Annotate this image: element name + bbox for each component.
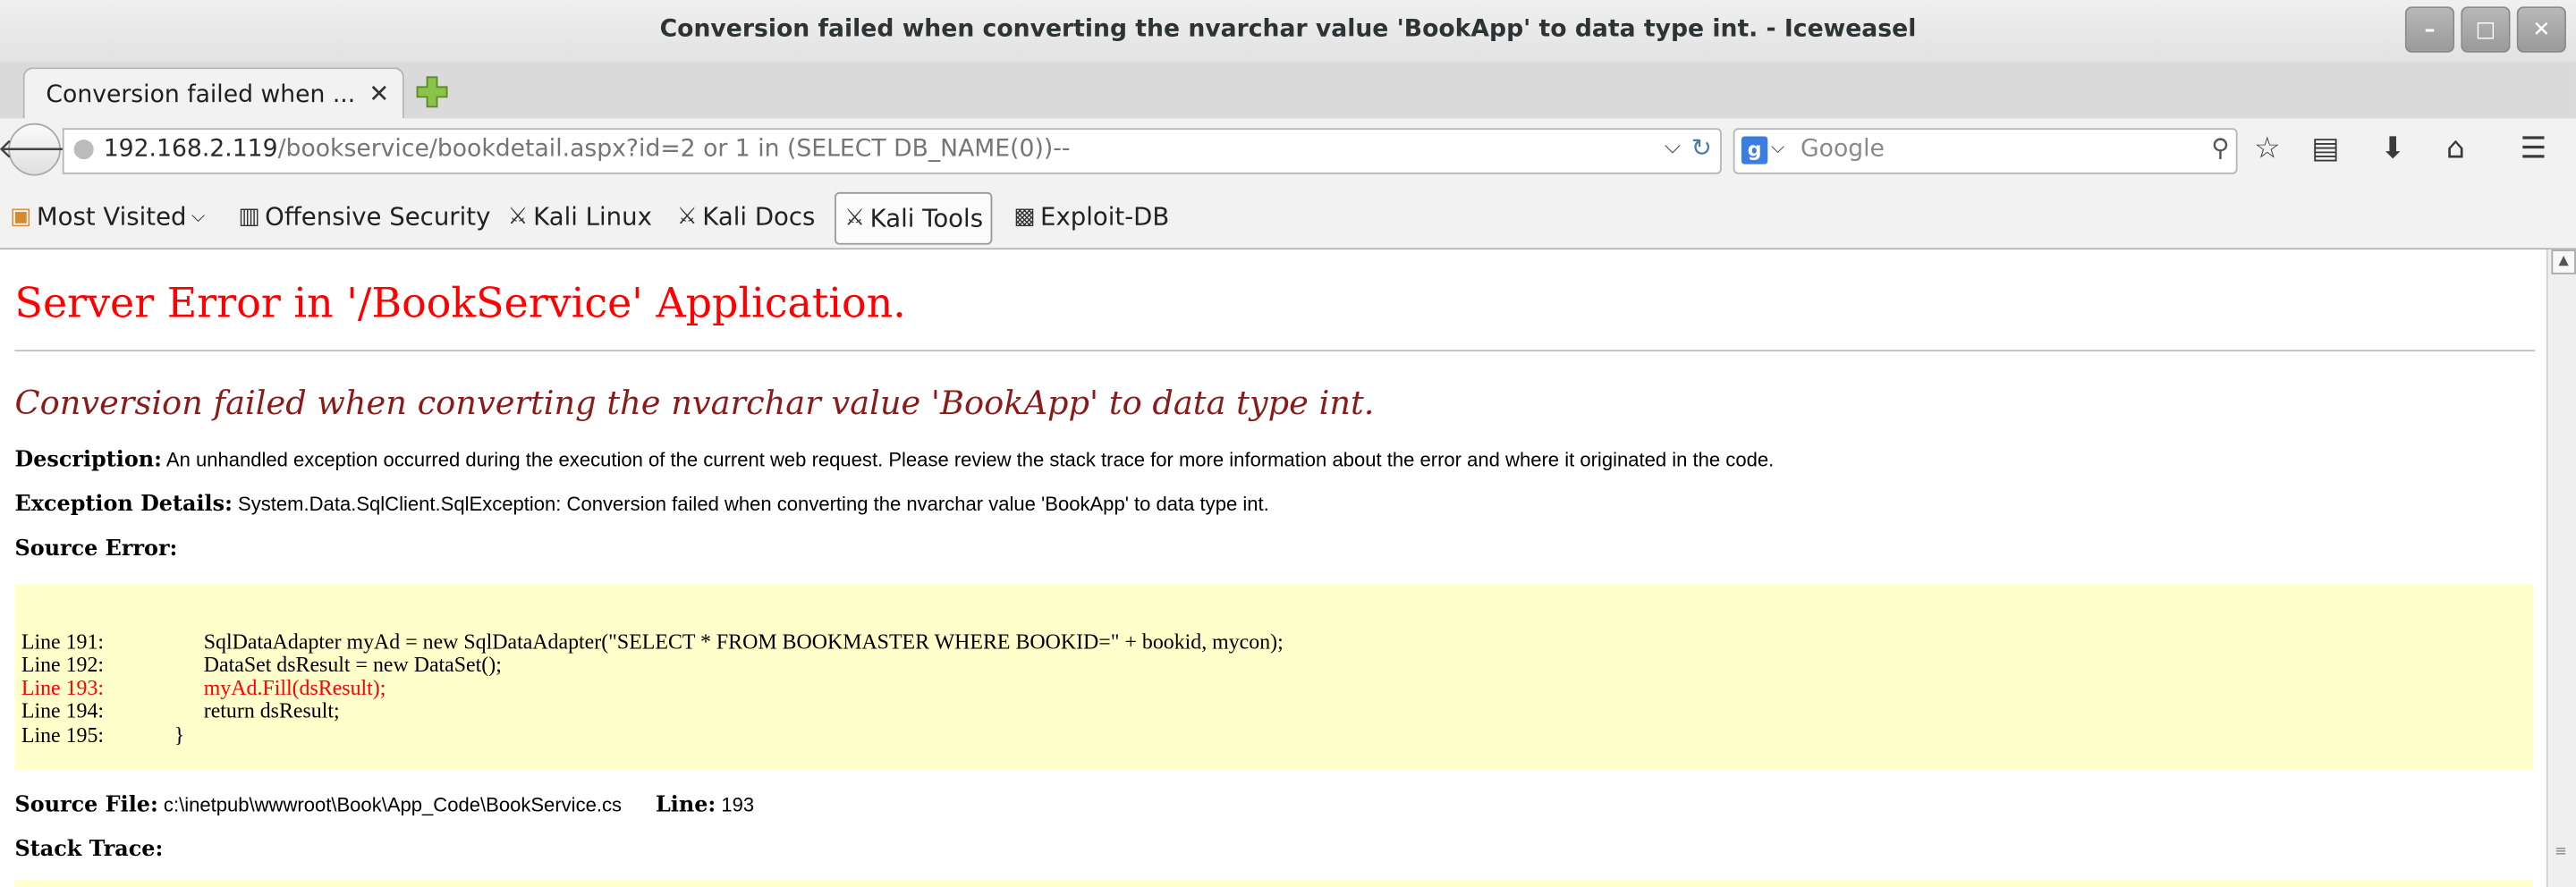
source-file-label: Source File: xyxy=(14,793,158,818)
exception-text: System.Data.SqlClient.SqlException: Conv… xyxy=(238,493,1269,516)
tab-active[interactable]: Conversion failed when ... ✕ xyxy=(22,67,404,121)
reading-list-icon[interactable]: ▤ xyxy=(2311,131,2339,166)
back-button[interactable]: 🡐 xyxy=(0,122,72,176)
code-line-number: Line 194: xyxy=(21,697,105,723)
close-window-button[interactable]: ✕ xyxy=(2516,6,2566,53)
code-line-number: Line 195: xyxy=(21,722,105,748)
description-text: An unhandled exception occurred during t… xyxy=(165,448,1775,472)
url-path: /bookservice/bookdetail.aspx?id=2 or 1 i… xyxy=(277,136,1071,163)
back-arrow-icon: 🡐 xyxy=(0,132,72,166)
bookmark-kali-tools[interactable]: ⚔ Kali Tools xyxy=(835,191,994,245)
source-error-label: Source Error: xyxy=(14,536,178,562)
tab-label: Conversion failed when ... xyxy=(46,81,356,109)
menu-icon[interactable]: ☰ xyxy=(2520,131,2546,166)
exploitdb-icon: ▩ xyxy=(1013,203,1036,231)
bookmark-label: Kali Tools xyxy=(869,203,984,233)
source-file-path: c:\inetpub\wwwroot\Book\App_Code\BookSer… xyxy=(163,793,623,816)
search-bar[interactable]: g ⌵ Google ⚲ xyxy=(1733,128,2238,174)
kali-icon: ⚔ xyxy=(507,203,529,231)
site-identity-icon[interactable] xyxy=(73,139,94,160)
description-label: Description: xyxy=(14,448,162,473)
page-title: Server Error in '/BookService' Applicati… xyxy=(14,279,906,327)
divider xyxy=(14,350,2536,352)
folder-icon: ▣ xyxy=(10,203,32,231)
scrollbar-grip[interactable]: ≡ xyxy=(2555,844,2567,860)
title-bar: Conversion failed when converting the nv… xyxy=(0,0,2576,64)
stack-trace-label: Stack Trace: xyxy=(14,837,164,863)
bookmark-label: Offensive Security xyxy=(265,201,491,232)
offsec-icon: ▥ xyxy=(238,203,260,231)
browser-window: Conversion failed when converting the nv… xyxy=(0,0,2576,887)
description-row: Description: An unhandled exception occu… xyxy=(15,448,1775,473)
bookmark-label: Kali Linux xyxy=(533,201,652,232)
source-error-heading: Source Error: xyxy=(15,537,178,562)
vertical-scrollbar[interactable]: ▲ ≡ xyxy=(2546,249,2576,887)
tab-strip: Conversion failed when ... ✕ xyxy=(0,62,2576,121)
search-icon[interactable]: ⚲ xyxy=(2211,133,2229,163)
url-host: 192.168.2.119 xyxy=(103,136,278,163)
chevron-down-icon: ⌵ xyxy=(191,205,206,227)
bookmark-star-icon[interactable]: ☆ xyxy=(2254,131,2281,166)
bookmark-label: Exploit-DB xyxy=(1040,201,1170,232)
line-label: Line: xyxy=(656,793,716,818)
page-content: Server Error in '/BookService' Applicati… xyxy=(0,249,2546,887)
error-message: Conversion failed when converting the nv… xyxy=(14,382,1375,423)
url-text[interactable]: 192.168.2.119/bookservice/bookdetail.asp… xyxy=(104,136,1071,162)
line-number: 193 xyxy=(721,793,755,816)
minimize-button[interactable]: – xyxy=(2404,6,2455,53)
bookmark-label: Kali Docs xyxy=(702,201,816,232)
bookmark-offensive-security[interactable]: ▥ Offensive Security xyxy=(238,196,490,239)
search-engine-icon[interactable]: g xyxy=(1741,136,1768,165)
scroll-up-icon[interactable]: ▲ xyxy=(2551,249,2576,275)
search-engine-dropdown-icon[interactable]: ⌵ xyxy=(1771,136,1784,159)
url-history-dropdown-icon[interactable]: ⌵ xyxy=(1665,135,1681,160)
window-controls: – □ ✕ xyxy=(2404,6,2566,53)
bookmark-kali-linux[interactable]: ⚔ Kali Linux xyxy=(508,196,652,239)
code-line-text: return dsResult; xyxy=(203,697,340,723)
exception-row: Exception Details: System.Data.SqlClient… xyxy=(15,493,1269,518)
downloads-icon[interactable]: ⬇ xyxy=(2380,131,2405,166)
search-input[interactable]: Google xyxy=(1801,136,1885,162)
new-tab-icon[interactable] xyxy=(416,75,449,108)
window-title: Conversion failed when converting the nv… xyxy=(659,16,1917,43)
bookmarks-toolbar: ▣ Most Visited ⌵ ▥ Offensive Security ⚔ … xyxy=(0,183,2576,250)
kali-icon: ⚔ xyxy=(844,205,866,232)
home-icon[interactable]: ⌂ xyxy=(2446,131,2465,166)
bookmark-exploit-db[interactable]: ▩ Exploit-DB xyxy=(1013,196,1169,239)
tab-close-icon[interactable]: ✕ xyxy=(369,79,389,108)
kali-icon: ⚔ xyxy=(676,203,698,231)
bookmark-most-visited[interactable]: ▣ Most Visited ⌵ xyxy=(10,196,205,239)
exception-label: Exception Details: xyxy=(14,493,233,518)
bookmark-kali-docs[interactable]: ⚔ Kali Docs xyxy=(677,196,816,239)
url-bar[interactable]: 192.168.2.119/bookservice/bookdetail.asp… xyxy=(62,128,1722,174)
stack-trace-heading: Stack Trace: xyxy=(15,838,164,863)
navigation-bar: 🡐 192.168.2.119/bookservice/bookdetail.a… xyxy=(0,118,2576,184)
maximize-button[interactable]: □ xyxy=(2461,6,2511,53)
source-file-row: Source File: c:\inetpub\wwwroot\Book\App… xyxy=(15,793,755,818)
code-line-text: } xyxy=(174,722,185,748)
bookmark-label: Most Visited xyxy=(36,201,187,232)
source-code-block: Line 191: SqlDataAdapter myAd = new SqlD… xyxy=(14,584,2534,771)
reload-icon[interactable]: ↻ xyxy=(1691,133,1712,163)
